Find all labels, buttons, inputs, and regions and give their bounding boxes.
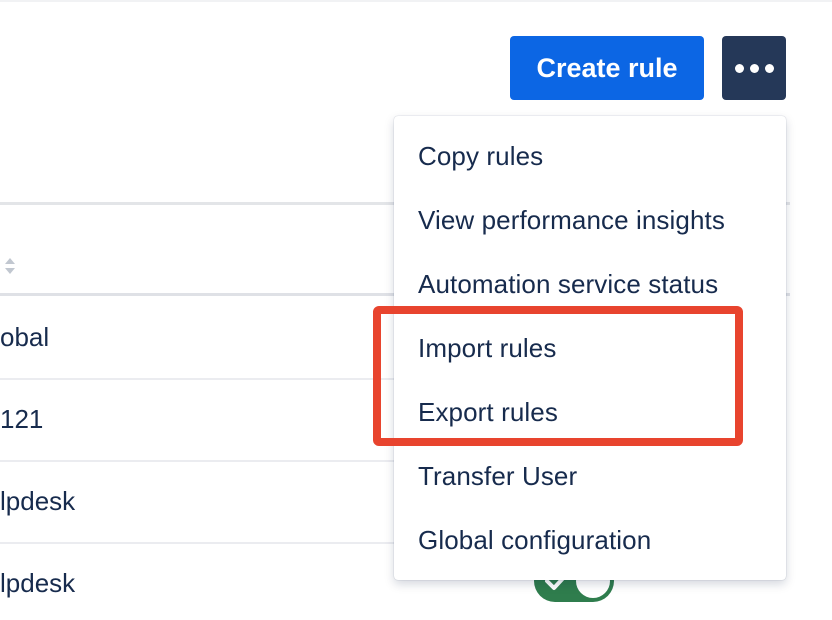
sort-icon[interactable]	[4, 256, 16, 276]
more-horizontal-icon	[734, 63, 774, 73]
more-actions-menu: Copy rules View performance insights Aut…	[394, 116, 786, 580]
row-divider	[0, 460, 400, 462]
menu-item-export-rules[interactable]: Export rules	[394, 380, 786, 444]
more-actions-button[interactable]	[722, 36, 786, 100]
menu-item-automation-service-status[interactable]: Automation service status	[394, 252, 786, 316]
menu-item-transfer-user[interactable]: Transfer User	[394, 444, 786, 508]
create-rule-button[interactable]: Create rule	[510, 36, 704, 100]
row-divider	[0, 378, 400, 380]
table-row[interactable]: lpdesk	[0, 486, 75, 517]
top-divider	[0, 0, 832, 2]
menu-item-view-performance-insights[interactable]: View performance insights	[394, 188, 786, 252]
row-divider	[0, 542, 400, 544]
menu-item-import-rules[interactable]: Import rules	[394, 316, 786, 380]
table-row[interactable]: lpdesk	[0, 568, 75, 599]
menu-item-copy-rules[interactable]: Copy rules	[394, 124, 786, 188]
menu-item-global-configuration[interactable]: Global configuration	[394, 508, 786, 572]
table-row[interactable]: obal	[0, 322, 49, 353]
table-row[interactable]: 121	[0, 404, 43, 435]
